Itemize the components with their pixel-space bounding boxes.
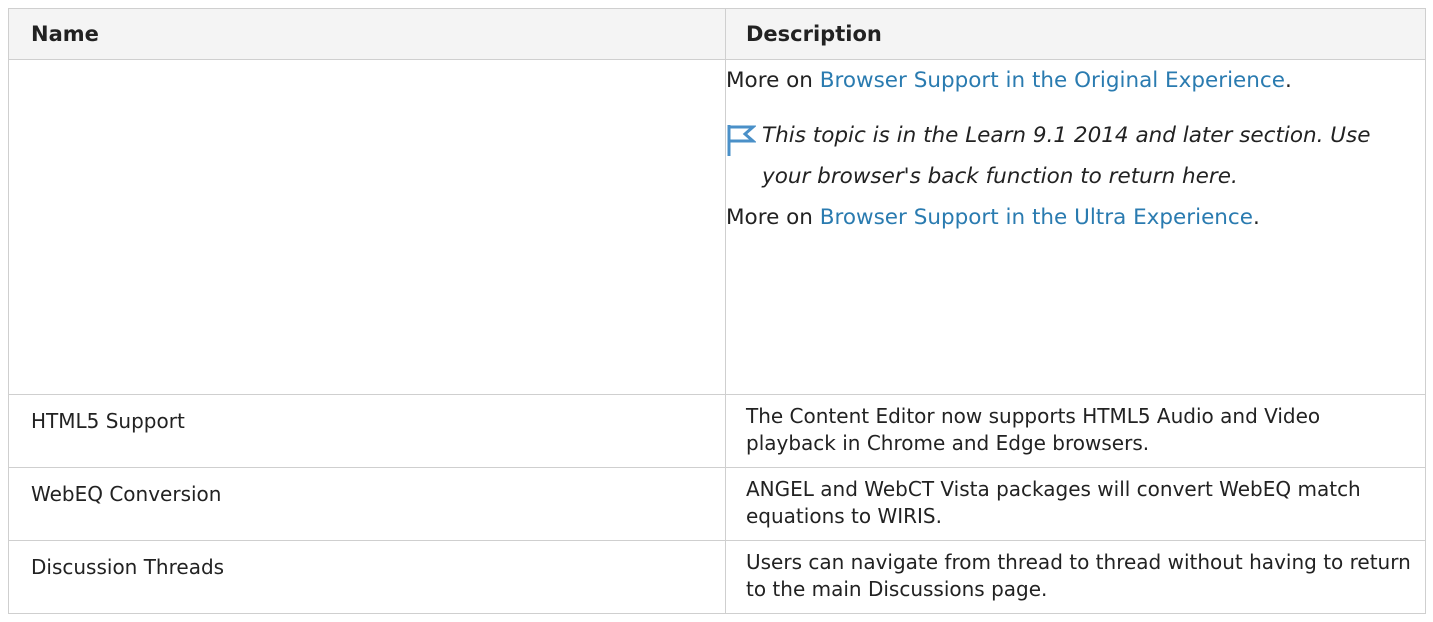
table-row: WebEQ Conversion ANGEL and WebCT Vista p… (8, 467, 1426, 541)
browser-support-ultra-link[interactable]: Browser Support in the Ultra Experience (820, 205, 1253, 230)
name-cell: WebEQ Conversion (8, 467, 726, 541)
description-cell: More on Browser Support in the Original … (725, 59, 1426, 395)
table-row: HTML5 Support The Content Editor now sup… (8, 394, 1426, 468)
table-row: More on Browser Support in the Original … (8, 59, 1426, 395)
description-cell: Users can navigate from thread to thread… (725, 540, 1426, 614)
more-on-text: More on (726, 205, 820, 230)
description-cell: ANGEL and WebCT Vista packages will conv… (725, 467, 1426, 541)
browser-support-original-link[interactable]: Browser Support in the Original Experien… (820, 68, 1285, 93)
name-cell (8, 59, 726, 395)
more-on-text: More on (726, 68, 820, 93)
period-text: . (1252, 205, 1260, 230)
table-row: Discussion Threads Users can navigate fr… (8, 540, 1426, 614)
header-description: Description (725, 8, 1426, 60)
browser-support-original-paragraph: More on Browser Support in the Original … (726, 60, 1425, 101)
description-cell: The Content Editor now supports HTML5 Au… (725, 394, 1426, 468)
browser-support-ultra-paragraph: More on Browser Support in the Ultra Exp… (726, 197, 1425, 238)
table-header-row: Name Description (8, 8, 1426, 60)
name-cell: Discussion Threads (8, 540, 726, 614)
name-cell: HTML5 Support (8, 394, 726, 468)
period-text: . (1284, 68, 1292, 93)
note-text: This topic is in the Learn 9.1 2014 and … (762, 123, 1371, 189)
flag-icon (727, 125, 756, 156)
header-name: Name (8, 8, 726, 60)
features-table: Name Description More on Browser Support… (8, 8, 1426, 614)
note-callout: This topic is in the Learn 9.1 2014 and … (726, 115, 1425, 197)
